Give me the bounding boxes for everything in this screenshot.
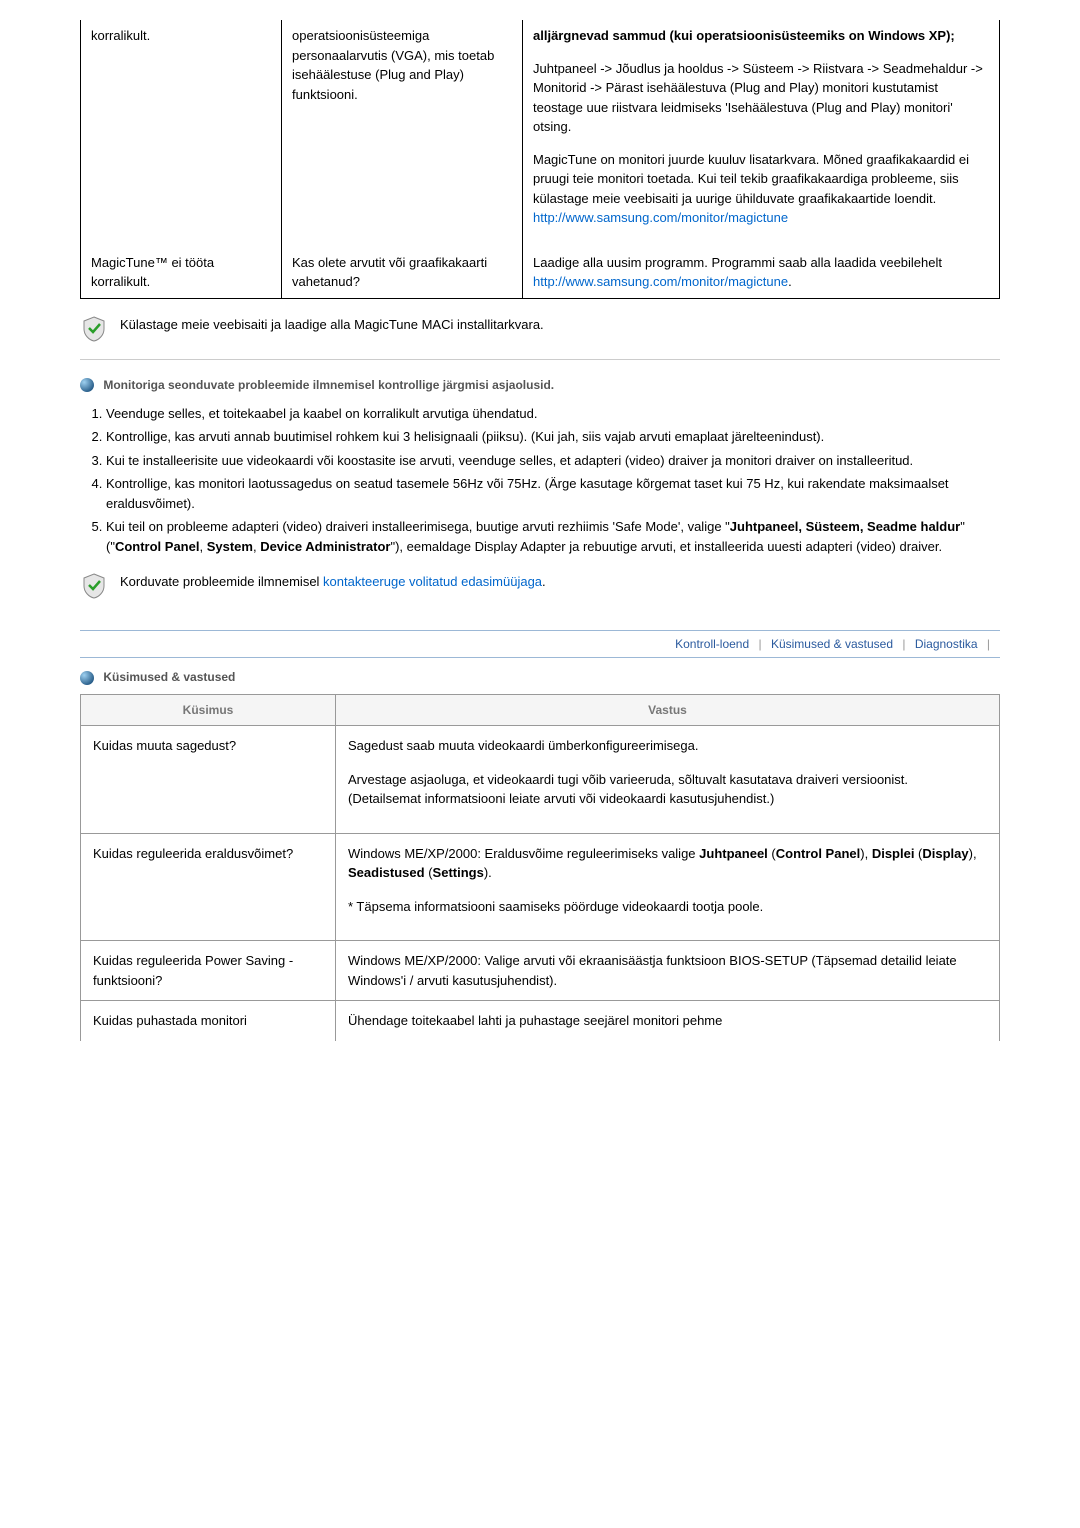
qa-a: Ühendage toitekaabel lahti ja puhastage … xyxy=(336,1001,1000,1041)
tab-diagnostics[interactable]: Diagnostika xyxy=(909,635,984,653)
checklist-heading: Monitoriga seonduvate probleemide ilmnem… xyxy=(103,378,554,392)
magictune-troubleshoot-table: korralikult. operatsioonisüsteemiga pers… xyxy=(80,20,1000,299)
qa-a: Sagedust saab muuta videokaardi ümberkon… xyxy=(336,726,1000,834)
qa-section: Küsimused & vastused Küsimus Vastus Kuid… xyxy=(80,668,1000,1041)
tab-separator: | xyxy=(902,637,905,651)
checklist-item: Kontrollige, kas arvuti annab buutimisel… xyxy=(106,427,1000,447)
t1-r1-c3-p1: Juhtpaneel -> Jõudlus ja hooldus -> Süst… xyxy=(533,59,989,137)
check-shield-icon xyxy=(80,315,108,343)
checklist-section: Monitoriga seonduvate probleemide ilmnem… xyxy=(80,376,1000,557)
magictune-link-2[interactable]: http://www.samsung.com/monitor/magictune xyxy=(533,274,788,289)
info-contact-row: Korduvate probleemide ilmnemisel kontakt… xyxy=(80,572,1000,600)
magictune-link-1[interactable]: http://www.samsung.com/monitor/magictune xyxy=(533,210,788,225)
subnav-tabs: Kontroll-loend | Küsimused & vastused | … xyxy=(80,630,1000,658)
tab-separator: | xyxy=(987,637,990,651)
bullet-icon xyxy=(80,378,94,392)
qa-title-text: Küsimused & vastused xyxy=(103,670,235,684)
info-mac-text: Külastage meie veebisaiti ja laadige all… xyxy=(120,315,544,335)
contact-dealer-link[interactable]: kontakteeruge volitatud edasimüüjaga xyxy=(323,574,542,589)
checklist-item: Kui te installeerisite uue videokaardi v… xyxy=(106,451,1000,471)
t1-r1-c1: korralikult. xyxy=(81,20,282,247)
qa-a: Windows ME/XP/2000: Eraldusvõime regulee… xyxy=(336,833,1000,941)
qa-header-q: Küsimus xyxy=(81,695,336,726)
t1-r1-c3-p2: MagicTune on monitori juurde kuuluv lisa… xyxy=(533,150,989,228)
tab-separator: | xyxy=(758,637,761,651)
qa-table: Küsimus Vastus Kuidas muuta sagedust? Sa… xyxy=(80,694,1000,1041)
qa-q: Kuidas reguleerida Power Saving -funktsi… xyxy=(81,941,336,1001)
checklist-item: Kui teil on probleeme adapteri (video) d… xyxy=(106,517,1000,556)
bullet-icon xyxy=(80,671,94,685)
qa-header-a: Vastus xyxy=(336,695,1000,726)
info-contact-text: Korduvate probleemide ilmnemisel kontakt… xyxy=(120,572,546,592)
t1-r2-c2: Kas olete arvutit või graafikakaarti vah… xyxy=(282,247,523,299)
t1-r1-c2: operatsioonisüsteemiga personaalarvutis … xyxy=(282,20,523,247)
divider-1 xyxy=(80,359,1000,360)
qa-q: Kuidas reguleerida eraldusvõimet? xyxy=(81,833,336,941)
checklist: Veenduge selles, et toitekaabel ja kaabe… xyxy=(88,404,1000,557)
checklist-item: Veenduge selles, et toitekaabel ja kaabe… xyxy=(106,404,1000,424)
checklist-item: Kontrollige, kas monitori laotussagedus … xyxy=(106,474,1000,513)
tab-checklist[interactable]: Kontroll-loend xyxy=(669,635,755,653)
tab-qa[interactable]: Küsimused & vastused xyxy=(765,635,899,653)
qa-q: Kuidas puhastada monitori xyxy=(81,1001,336,1041)
qa-a: Windows ME/XP/2000: Valige arvuti või ek… xyxy=(336,941,1000,1001)
t1-r2-c3: Laadige alla uusim programm. Programmi s… xyxy=(523,247,1000,299)
t1-r1-c3: alljärgnevad sammud (kui operatsioonisüs… xyxy=(523,20,1000,247)
qa-q: Kuidas muuta sagedust? xyxy=(81,726,336,834)
info-mac-row: Külastage meie veebisaiti ja laadige all… xyxy=(80,315,1000,343)
t1-r1-c3-head: alljärgnevad sammud (kui operatsioonisüs… xyxy=(533,26,989,46)
t1-r2-c1: MagicTune™ ei tööta korralikult. xyxy=(81,247,282,299)
check-shield-icon xyxy=(80,572,108,600)
